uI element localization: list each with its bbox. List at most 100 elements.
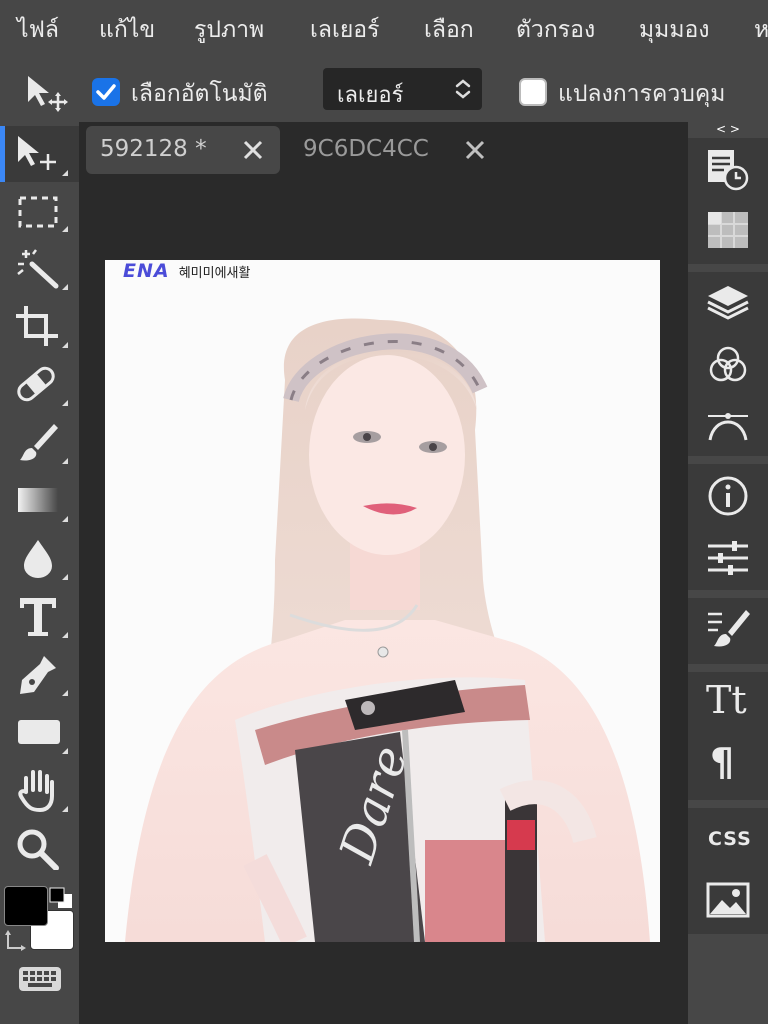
move-arrow-icon [18,136,56,170]
channels-icon [709,346,747,382]
tool-flyout-indicator [62,458,68,464]
tool-flyout-indicator [62,400,68,406]
layers-icon [707,286,749,320]
panel-group-type: Tt ¶ [688,672,768,800]
close-icon[interactable] [241,138,265,162]
panel-group-history [688,138,768,264]
watermark-signature: 혜미미에새활 [178,266,251,281]
panel-group-layers [688,272,768,456]
checkmark-icon [96,84,116,100]
tools-panel [0,122,79,1024]
character-button[interactable]: Tt [688,672,768,734]
tool-flyout-indicator [62,226,68,232]
crop-icon [16,306,58,346]
menu-more[interactable]: ห [754,12,768,48]
paths-icon [708,413,748,441]
keyboard-icon[interactable] [18,966,62,992]
tool-blur[interactable] [0,530,79,586]
properties-button[interactable] [688,526,768,588]
css-button[interactable]: CSS [688,808,768,870]
transform-controls-label: แปลงการควบคุม [558,81,726,107]
panel-group-info [688,464,768,590]
document-tabs: 592128 * 9C6DC4CC [79,122,688,177]
image-canvas[interactable]: Dare ENA 혜미미에새활 [105,260,660,942]
sliders-icon [708,541,748,575]
hand-icon [18,770,54,812]
tool-shape[interactable] [0,704,79,760]
paths-button[interactable] [688,396,768,458]
brush-settings-icon [708,610,750,647]
layers-button[interactable] [688,272,768,334]
paragraph-icon: ¶ [710,740,735,784]
tool-magic-wand[interactable] [0,240,79,296]
watermark: ENA 혜미미에새활 [123,260,250,284]
character-icon: Tt [706,678,747,722]
menu-filter[interactable]: ตัวกรอง [516,12,595,48]
gradient-icon [18,488,58,512]
panel-collapse-toggle[interactable]: < > [688,122,768,138]
pen-icon [20,656,56,694]
tool-flyout-indicator [62,574,68,580]
watermark-logo: ENA [123,260,170,282]
image-panel-button[interactable] [688,870,768,932]
menu-layer[interactable]: เลเยอร์ [310,12,379,48]
tool-flyout-indicator [62,342,68,348]
swatches-grid-icon [708,212,748,248]
tool-healing[interactable] [0,356,79,412]
tool-text[interactable] [0,588,79,644]
default-colors-icon[interactable] [46,884,76,912]
transform-controls-checkbox[interactable] [519,78,547,106]
layer-select-value: เลเยอร์ [337,83,404,108]
menu-view[interactable]: มุมมอง [639,12,710,48]
swatches-button[interactable] [688,200,768,262]
menu-image[interactable]: รูปภาพ [194,12,264,48]
move-tool-icon [28,76,68,112]
channels-button[interactable] [688,334,768,396]
tool-brush[interactable] [0,414,79,470]
tab-document-2[interactable]: 9C6DC4CC [289,126,497,174]
tool-flyout-indicator [62,748,68,754]
swap-colors-icon[interactable] [4,928,30,954]
tab-document-1[interactable]: 592128 * [86,126,280,174]
tool-flyout-indicator [62,516,68,522]
right-panel: < > Tt ¶ CSS [688,122,768,1024]
portrait-photo: Dare [125,318,650,942]
tool-flyout-indicator [62,284,68,290]
tool-flyout-indicator [62,690,68,696]
tool-flyout-indicator [62,632,68,638]
close-icon[interactable] [463,138,487,162]
panel-group-brush [688,598,768,664]
tool-hand[interactable] [0,762,79,818]
chevron-up-down-icon [455,79,471,99]
tool-zoom[interactable] [0,820,79,876]
brush-settings-button[interactable] [688,598,768,660]
layer-select[interactable]: เลเยอร์ [323,68,482,110]
auto-select-label: เลือกอัตโนมัติ [131,81,268,107]
panel-group-misc: CSS [688,808,768,934]
foreground-color-swatch[interactable] [4,886,48,926]
tab-title: 592128 * [100,136,207,162]
menu-file[interactable]: ไฟล์ [17,12,59,48]
tool-crop[interactable] [0,298,79,354]
auto-select-checkbox[interactable] [92,78,120,106]
history-button[interactable] [688,138,768,200]
brush-icon [20,424,58,461]
menu-bar: ไฟล์ แก้ไข รูปภาพ เลเยอร์ เลือก ตัวกรอง … [0,0,768,60]
menu-edit[interactable]: แก้ไข [99,12,155,48]
tool-gradient[interactable] [0,472,79,528]
image-icon [706,882,750,918]
tab-title: 9C6DC4CC [303,136,429,162]
paragraph-button[interactable]: ¶ [688,736,768,798]
info-button[interactable] [688,464,768,526]
tool-move[interactable] [0,126,79,182]
menu-select[interactable]: เลือก [424,12,474,48]
history-icon [708,150,749,191]
tool-marquee[interactable] [0,182,79,238]
rectangle-icon [18,720,60,744]
bandage-icon [17,366,55,402]
tool-pen[interactable] [0,646,79,702]
text-icon [20,598,56,636]
magnifier-icon [17,829,59,870]
magic-wand-icon [17,249,59,289]
options-bar: เลือกอัตโนมัติ เลเยอร์ แปลงการควบคุม [0,60,768,122]
